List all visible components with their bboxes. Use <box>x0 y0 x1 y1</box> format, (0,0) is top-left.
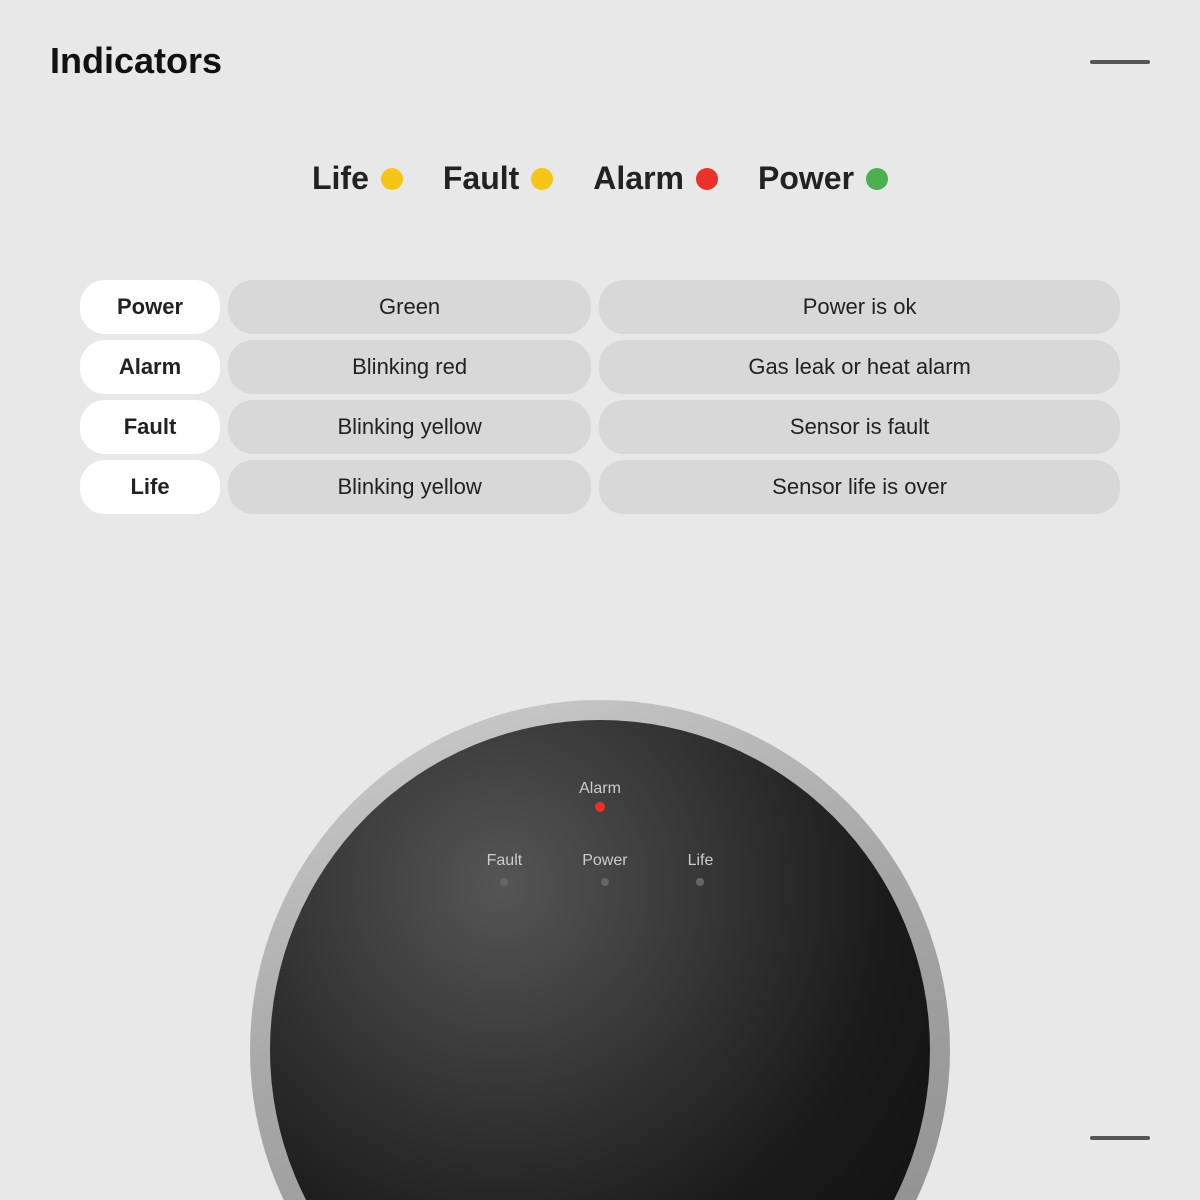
cell-desc-fault: Sensor is fault <box>599 400 1120 454</box>
cell-color-alarm: Blinking red <box>228 340 591 394</box>
device-life-indicator: Life <box>688 852 714 886</box>
legend-item-alarm: Alarm <box>593 160 718 197</box>
decorative-line-top-right <box>1090 60 1150 64</box>
legend-dot-life <box>381 168 403 190</box>
legend-label-power: Power <box>758 160 854 197</box>
table-row-alarm: Alarm Blinking red Gas leak or heat alar… <box>80 340 1120 394</box>
legend-dot-power <box>866 168 888 190</box>
cell-color-power: Green <box>228 280 591 334</box>
cell-desc-life: Sensor life is over <box>599 460 1120 514</box>
device-section: Alarm Fault Power Life <box>0 620 1200 1200</box>
table-row-life: Life Blinking yellow Sensor life is over <box>80 460 1120 514</box>
device-fault-indicator: Fault <box>487 852 523 886</box>
cell-color-life: Blinking yellow <box>228 460 591 514</box>
cell-color-fault: Blinking yellow <box>228 400 591 454</box>
device-power-dot <box>601 878 609 886</box>
legend-dot-alarm <box>696 168 718 190</box>
device-inner-face: Alarm Fault Power Life <box>270 720 930 1200</box>
table-row-power: Power Green Power is ok <box>80 280 1120 334</box>
device-power-label: Power <box>582 852 627 870</box>
device-bottom-row: Fault Power Life <box>487 852 714 886</box>
cell-label-fault: Fault <box>80 400 220 454</box>
device-power-indicator: Power <box>582 852 627 886</box>
device-life-label: Life <box>688 852 714 870</box>
legend-label-fault: Fault <box>443 160 519 197</box>
legend-label-life: Life <box>312 160 369 197</box>
legend-item-power: Power <box>758 160 888 197</box>
legend-label-alarm: Alarm <box>593 160 684 197</box>
indicators-table: Power Green Power is ok Alarm Blinking r… <box>80 280 1120 520</box>
device-life-dot <box>696 878 704 886</box>
cell-label-power: Power <box>80 280 220 334</box>
device-alarm-label: Alarm <box>579 780 621 798</box>
cell-label-alarm: Alarm <box>80 340 220 394</box>
cell-desc-power: Power is ok <box>599 280 1120 334</box>
device-alarm-dot <box>595 802 605 812</box>
legend-row: Life Fault Alarm Power <box>0 160 1200 197</box>
table-row-fault: Fault Blinking yellow Sensor is fault <box>80 400 1120 454</box>
page-title: Indicators <box>50 40 222 82</box>
legend-item-life: Life <box>312 160 403 197</box>
cell-label-life: Life <box>80 460 220 514</box>
device-fault-label: Fault <box>487 852 523 870</box>
device-outer-ring: Alarm Fault Power Life <box>250 700 950 1200</box>
cell-desc-alarm: Gas leak or heat alarm <box>599 340 1120 394</box>
legend-dot-fault <box>531 168 553 190</box>
device-alarm-group: Alarm <box>579 780 621 812</box>
legend-item-fault: Fault <box>443 160 553 197</box>
device-fault-dot <box>500 878 508 886</box>
